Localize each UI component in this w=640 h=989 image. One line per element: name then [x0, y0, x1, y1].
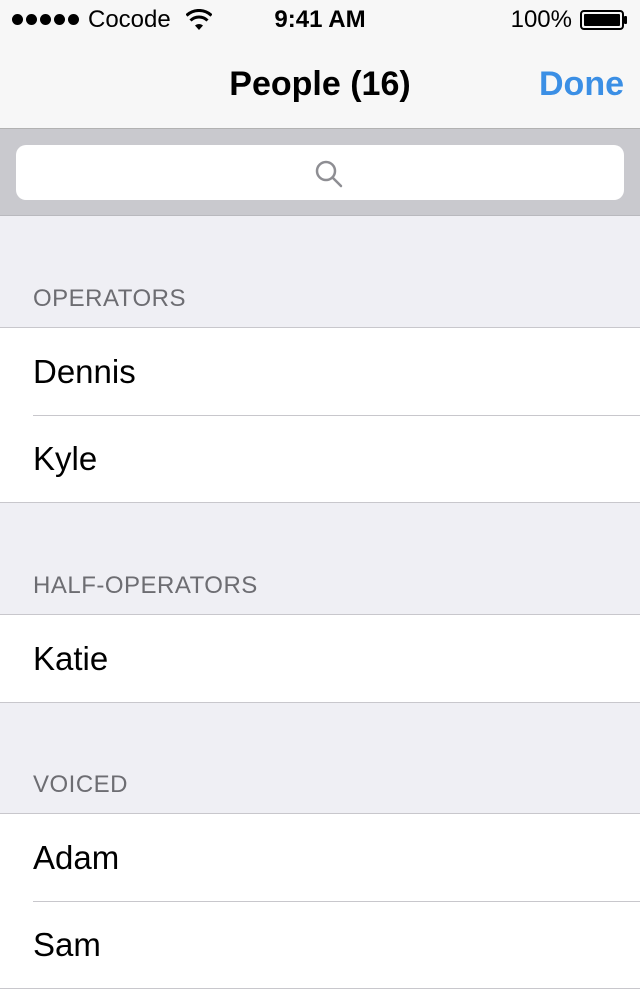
section-voiced-list: Adam Sam	[0, 813, 640, 989]
status-bar: Cocode 9:41 AM 100%	[0, 0, 640, 40]
list-item-label: Adam	[33, 839, 120, 876]
list-item[interactable]: Sam	[0, 901, 640, 988]
list-item[interactable]: Dennis	[0, 328, 640, 415]
section-header-half-operators: HALF-OPERATORS	[33, 572, 258, 599]
list-item[interactable]: Kyle	[0, 415, 640, 502]
done-button[interactable]: Done	[539, 64, 624, 104]
search-input[interactable]	[16, 145, 624, 200]
search-icon	[315, 160, 343, 188]
navigation-bar: Cocode 9:41 AM 100% People (16) Done	[0, 0, 640, 129]
section-operators-list: Dennis Kyle	[0, 327, 640, 503]
list-item-label: Dennis	[33, 353, 136, 390]
list-item-label: Kyle	[33, 440, 98, 477]
list-item-label: Sam	[33, 926, 101, 963]
list-item-label: Katie	[33, 640, 109, 677]
battery-icon	[580, 10, 627, 30]
section-header-operators: OPERATORS	[33, 285, 186, 312]
section-header-voiced: VOICED	[33, 771, 129, 798]
list-item[interactable]: Katie	[0, 615, 640, 702]
list-item[interactable]: Adam	[0, 814, 640, 901]
battery-percentage: 100%	[510, 6, 572, 33]
search-bar	[0, 129, 640, 216]
section-half-operators-list: Katie	[0, 614, 640, 703]
